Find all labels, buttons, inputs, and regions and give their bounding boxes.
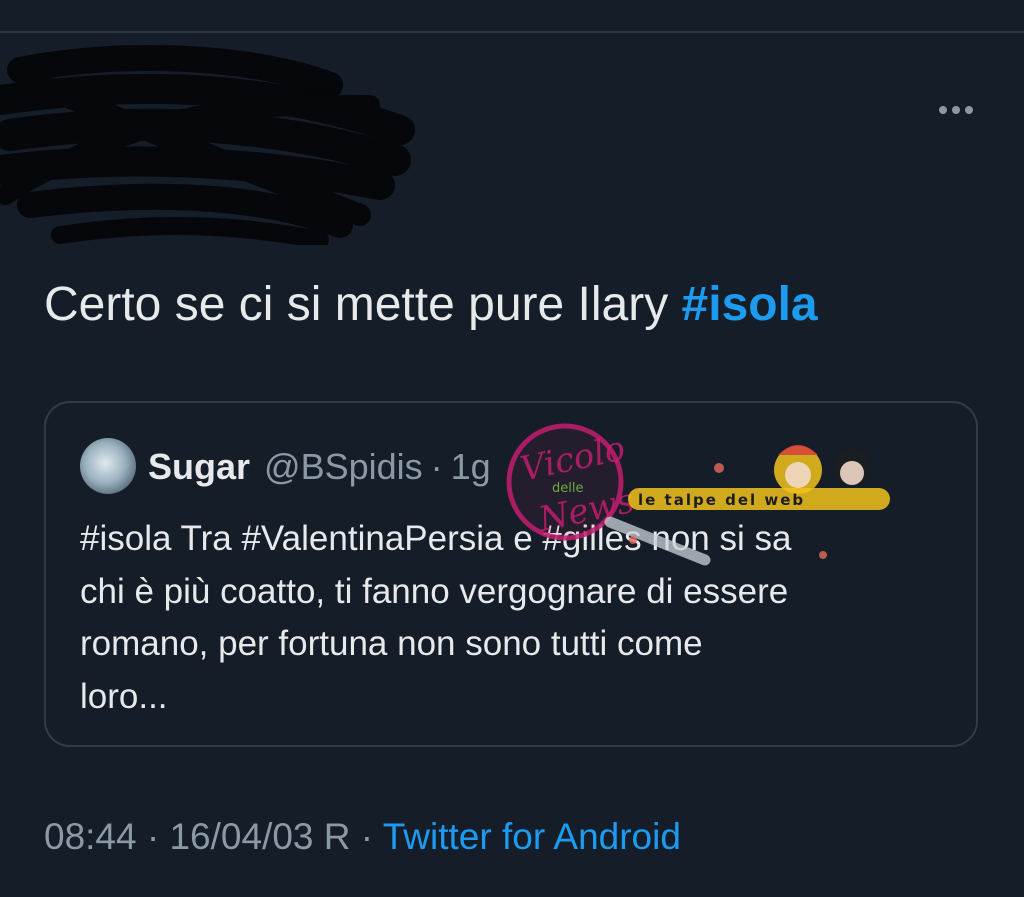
meta-separator: · xyxy=(350,816,383,857)
top-divider xyxy=(0,31,1024,33)
header-separator: · xyxy=(430,446,443,487)
quoted-text-line: loro... xyxy=(80,676,168,716)
quoted-author-handle[interactable]: @BSpidis xyxy=(264,446,423,488)
tweet-date: 16/04/03 R xyxy=(169,816,351,857)
quoted-tweet-time: 1g xyxy=(450,446,491,487)
tweet-detail-screen: Certo se ci si mette pure Ilary #isola S… xyxy=(0,0,1024,897)
tweet-text: Certo se ci si mette pure Ilary #isola xyxy=(44,272,818,338)
quoted-author-name[interactable]: Sugar xyxy=(148,446,250,488)
tweet-time: 08:44 xyxy=(44,816,137,857)
meta-separator: · xyxy=(136,816,170,857)
quoted-tweet-header: Sugar @BSpidis · 1g xyxy=(148,441,491,493)
hashtag-link[interactable]: #isola xyxy=(682,278,818,331)
tweet-source-link[interactable]: Twitter for Android xyxy=(383,816,681,857)
quoted-text-line: romano, per fortuna non sono tutti come xyxy=(80,624,703,663)
quoted-tweet-text: #isola Tra #ValentinaPersia e #gilles no… xyxy=(80,513,950,723)
more-options-button[interactable] xyxy=(930,96,982,124)
tweet-metadata: 08:44 · 16/04/03 R · Twitter for Android xyxy=(44,812,681,862)
quoted-text-line: #isola Tra #ValentinaPersia e #gilles no… xyxy=(80,519,792,558)
quoted-text-line: chi è più coatto, ti fanno vergognare di… xyxy=(80,571,789,611)
quoted-tweet-card[interactable]: Sugar @BSpidis · 1g #isola Tra #Valentin… xyxy=(44,401,978,747)
more-dot-icon xyxy=(952,106,960,114)
tweet-text-body: Certo se ci si mette pure Ilary xyxy=(44,278,682,331)
avatar[interactable] xyxy=(80,438,136,494)
redacted-author-scribble xyxy=(0,45,415,245)
more-dot-icon xyxy=(965,106,973,114)
more-dot-icon xyxy=(939,106,947,114)
